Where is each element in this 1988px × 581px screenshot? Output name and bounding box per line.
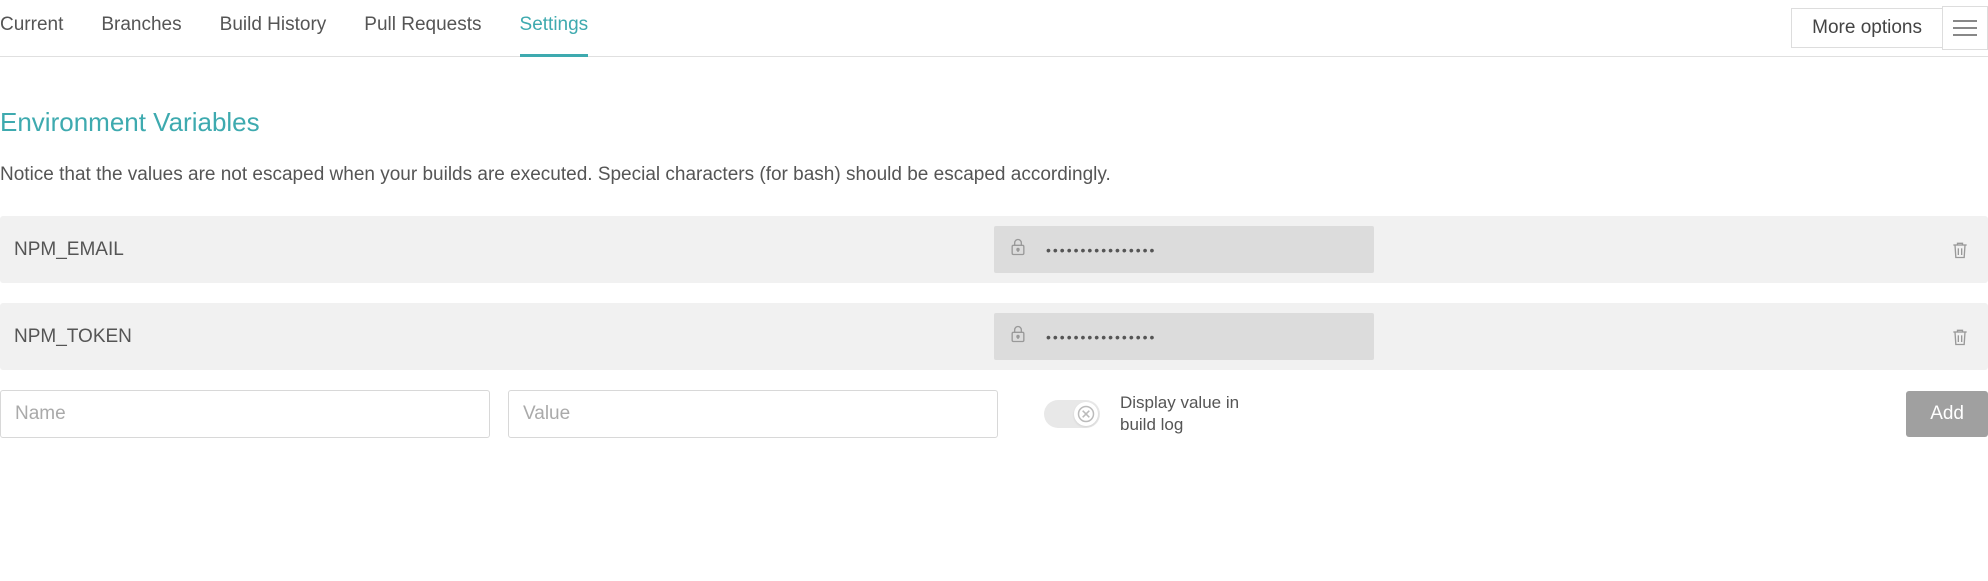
lock-icon — [1008, 323, 1028, 350]
more-options-button[interactable]: More options — [1791, 8, 1942, 48]
env-var-row: NPM_EMAIL •••••••••••••••• — [0, 216, 1988, 283]
tabs: Current Branches Build History Pull Requ… — [0, 0, 588, 56]
delete-env-var-button[interactable] — [1946, 322, 1974, 352]
top-bar: Current Branches Build History Pull Requ… — [0, 0, 1988, 57]
tab-current[interactable]: Current — [0, 0, 63, 57]
tab-build-history[interactable]: Build History — [220, 0, 327, 57]
tab-settings[interactable]: Settings — [520, 0, 589, 57]
lock-icon — [1008, 236, 1028, 263]
env-var-masked-value: •••••••••••••••• — [1046, 242, 1156, 258]
tab-pull-requests[interactable]: Pull Requests — [364, 0, 481, 57]
env-vars-notice: Notice that the values are not escaped w… — [0, 164, 1988, 186]
env-var-name: NPM_TOKEN — [14, 326, 994, 348]
env-var-name-input[interactable] — [0, 390, 490, 438]
tab-branches[interactable]: Branches — [101, 0, 181, 57]
add-env-var-form: Display value in build log Add — [0, 390, 1988, 438]
env-var-value-box: •••••••••••••••• — [994, 226, 1374, 273]
display-value-toggle-label: Display value in build log — [1120, 392, 1270, 436]
env-var-masked-value: •••••••••••••••• — [1046, 329, 1156, 345]
env-var-name: NPM_EMAIL — [14, 239, 994, 261]
env-vars-heading: Environment Variables — [0, 107, 1988, 138]
toggle-off-icon — [1074, 402, 1098, 426]
top-right-controls: More options — [1791, 6, 1988, 50]
display-value-toggle[interactable] — [1044, 400, 1100, 428]
add-button[interactable]: Add — [1906, 391, 1988, 437]
hamburger-menu-button[interactable] — [1942, 6, 1988, 50]
content: Environment Variables Notice that the va… — [0, 107, 1988, 468]
env-var-value-input[interactable] — [508, 390, 998, 438]
env-var-row: NPM_TOKEN •••••••••••••••• — [0, 303, 1988, 370]
env-var-value-box: •••••••••••••••• — [994, 313, 1374, 360]
delete-env-var-button[interactable] — [1946, 235, 1974, 265]
display-value-toggle-wrap: Display value in build log — [1044, 392, 1270, 436]
